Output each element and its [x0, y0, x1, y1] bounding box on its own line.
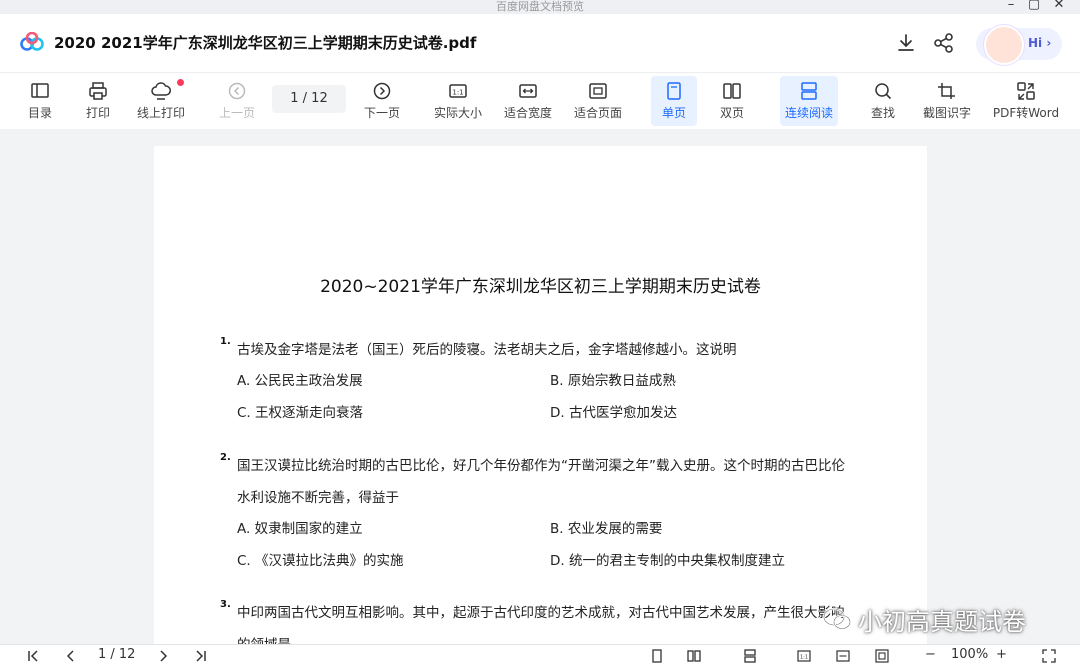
question-text: 中印两国古代文明互相影响。其中，起源于古代印度的艺术成就，对古代中国艺术发展，产… [237, 605, 845, 621]
actual-size-icon: 1:1 [449, 84, 467, 98]
single-page-button[interactable]: 单页 [651, 76, 697, 126]
double-page-icon[interactable] [687, 649, 701, 663]
question-number: 3. [220, 599, 231, 610]
window-titlebar: 百度网盘文档预览 – ▢ ✕ [0, 0, 1080, 14]
first-page-icon[interactable] [26, 649, 40, 663]
question-text: 国王汉谟拉比统治时期的古巴比伦，好几个年份都作为“开凿河渠之年”载入史册。这个时… [237, 458, 845, 474]
continuous-read-label: 连续阅读 [784, 106, 833, 120]
continuous-read-icon[interactable] [743, 649, 757, 663]
question-text-continued: 水利设施不断完善，得益于 [237, 490, 399, 506]
double-page-button[interactable]: 双页 [709, 73, 755, 129]
document-viewer[interactable]: 2020~2021学年广东深圳龙华区初三上学期期末历史试卷 1. 古埃及金字塔是… [0, 129, 1080, 644]
toc-label: 目录 [27, 106, 52, 120]
reader-toolbar: 目录 打印 线上打印 上一页 1 / 12 下一页 1:1 实际大小 适合宽度 … [0, 72, 1080, 130]
option-b: B. 原始宗教日益成熟 [550, 373, 676, 389]
option-c: C. 《汉谟拉比法典》的实施 [237, 553, 404, 569]
next-page-label: 下一页 [363, 106, 400, 120]
app-header: 2020 2021学年广东深圳龙华区初三上学期期末历史试卷.pdf Hi › [0, 14, 1080, 72]
prev-page-button[interactable]: 上一页 [212, 73, 262, 129]
online-print-label: 线上打印 [136, 106, 185, 120]
single-page-icon [667, 82, 681, 100]
single-page-icon[interactable] [650, 649, 664, 663]
fullscreen-icon[interactable] [1042, 649, 1056, 663]
download-icon[interactable] [894, 31, 918, 55]
pdf-page: 2020~2021学年广东深圳龙华区初三上学期期末历史试卷 1. 古埃及金字塔是… [154, 146, 927, 644]
question-number: 1. [220, 336, 231, 347]
double-page-label: 双页 [719, 106, 744, 120]
prev-page-label: 上一页 [218, 106, 255, 120]
fit-width-icon [519, 84, 537, 98]
share-icon[interactable] [932, 31, 956, 55]
pdf-to-word-label: PDF转Word [992, 106, 1060, 120]
pdf-to-word-button[interactable]: PDF转Word [988, 73, 1064, 129]
double-page-icon [723, 83, 741, 99]
option-d: D. 古代医学愈加发达 [550, 405, 677, 421]
crop-icon [938, 83, 955, 99]
zoom-level: 100% [951, 647, 989, 662]
wechat-icon [822, 607, 852, 630]
ocr-button[interactable]: 截图识字 [918, 73, 976, 129]
fit-width-icon[interactable] [836, 649, 850, 663]
fit-page-button[interactable]: 适合页面 [568, 73, 628, 129]
continuous-read-icon [801, 82, 817, 100]
printer-icon [89, 82, 107, 100]
option-a: A. 公民民主政治发展 [237, 373, 363, 389]
fit-page-icon[interactable] [875, 649, 889, 663]
actual-size-button[interactable]: 1:1 实际大小 [428, 73, 488, 129]
zoom-out-button[interactable]: − [925, 647, 936, 662]
option-d: D. 统一的君主专制的中央集权制度建立 [550, 553, 785, 569]
baidu-netdisk-logo-icon [20, 32, 44, 51]
assistant-avatar[interactable] [984, 25, 1024, 65]
fit-page-label: 适合页面 [573, 106, 622, 120]
find-button[interactable]: 查找 [860, 73, 906, 129]
minimize-icon[interactable]: – [1000, 0, 1022, 12]
question-text: 古埃及金字塔是法老（国王）死后的陵寝。法老胡夫之后，金字塔越修越小。这说明 [237, 342, 737, 358]
status-page-indicator[interactable]: 1 / 12 [98, 647, 135, 662]
chevron-left-icon[interactable] [64, 649, 78, 663]
ocr-label: 截图识字 [922, 106, 971, 120]
window-title: 百度网盘文档预览 [496, 0, 584, 13]
watermark-text: 小初高真题试卷 [858, 608, 1026, 636]
chevron-right-circle-icon [373, 82, 391, 100]
next-page-button[interactable]: 下一页 [357, 73, 407, 129]
print-label: 打印 [85, 106, 110, 120]
actual-size-label: 实际大小 [433, 106, 482, 120]
actual-size-icon[interactable]: 1:1 [797, 649, 811, 663]
document-title: 2020 2021学年广东深圳龙华区初三上学期期末历史试卷.pdf [54, 34, 477, 52]
cloud-print-icon [151, 82, 171, 100]
convert-icon [1017, 82, 1035, 100]
option-b: B. 农业发展的需要 [550, 521, 663, 537]
last-page-icon[interactable] [194, 649, 208, 663]
svg-text:1:1: 1:1 [452, 89, 463, 97]
continuous-read-button[interactable]: 连续阅读 [780, 76, 838, 126]
question-number: 2. [220, 452, 231, 463]
close-icon[interactable]: ✕ [1048, 0, 1070, 12]
chevron-left-circle-icon [228, 82, 246, 100]
toc-icon [31, 83, 49, 98]
single-page-label: 单页 [661, 106, 686, 120]
status-bar: 1 / 12 1:1 − 100% + [0, 644, 1080, 666]
fit-width-label: 适合宽度 [503, 106, 552, 120]
chevron-right-icon[interactable] [156, 649, 170, 663]
option-a: A. 奴隶制国家的建立 [237, 521, 363, 537]
notification-dot [177, 79, 184, 86]
zoom-in-button[interactable]: + [996, 647, 1007, 662]
maximize-icon[interactable]: ▢ [1023, 0, 1045, 12]
print-button[interactable]: 打印 [74, 73, 122, 129]
svg-text:1:1: 1:1 [800, 655, 808, 661]
find-label: 查找 [870, 106, 895, 120]
option-c: C. 王权逐渐走向衰落 [237, 405, 364, 421]
fit-page-icon [589, 83, 607, 99]
exam-title: 2020~2021学年广东深圳龙华区初三上学期期末历史试卷 [320, 277, 761, 297]
toc-button[interactable]: 目录 [16, 73, 64, 129]
fit-width-button[interactable]: 适合宽度 [498, 73, 558, 129]
question-text-continued: 的领域是 [237, 633, 291, 644]
search-icon [875, 83, 892, 100]
assistant-hi-label[interactable]: Hi › [1028, 36, 1051, 50]
page-number-input[interactable]: 1 / 12 [272, 85, 346, 113]
